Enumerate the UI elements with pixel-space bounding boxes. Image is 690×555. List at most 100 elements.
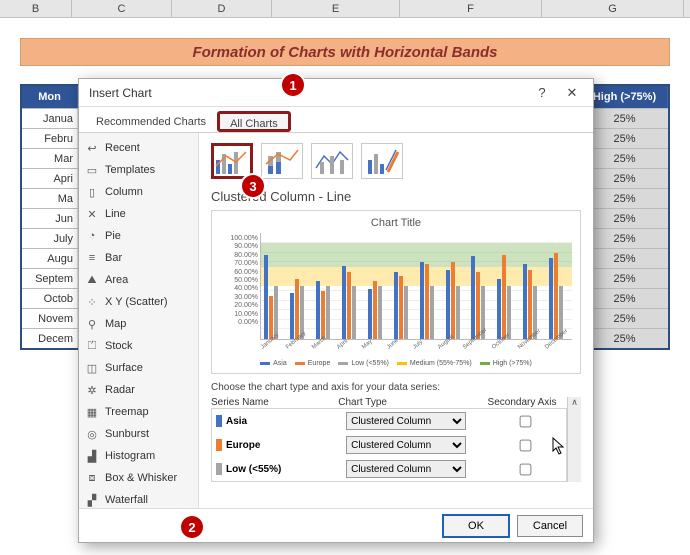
tab-all-charts[interactable]: All Charts bbox=[217, 111, 291, 132]
chart-type-select[interactable]: Clustered Column bbox=[346, 436, 466, 454]
chart-xaxis: JanuaryFebruaryMarchAprilMayJuneJulyAugu… bbox=[260, 340, 572, 352]
column-header[interactable]: G bbox=[542, 0, 684, 17]
cell-high: 25% bbox=[582, 169, 668, 188]
category-icon: ◔ bbox=[85, 229, 99, 243]
category-label: Surface bbox=[105, 362, 143, 374]
category-icon: ◫ bbox=[85, 361, 99, 375]
column-header[interactable]: D bbox=[172, 0, 272, 17]
callout-2: 2 bbox=[181, 516, 203, 538]
series-row: Low (<55%)Clustered Column bbox=[212, 457, 566, 481]
tab-recommended[interactable]: Recommended Charts bbox=[85, 111, 217, 132]
category-icon: ▟ bbox=[85, 449, 99, 463]
category-label: Histogram bbox=[105, 450, 155, 462]
cell-month: Febru bbox=[22, 129, 78, 148]
category-radar[interactable]: ✲ Radar bbox=[79, 379, 198, 401]
series-name: Europe bbox=[226, 440, 260, 451]
category-map[interactable]: ⚲Map bbox=[79, 313, 198, 335]
subtype-custom-combo[interactable] bbox=[361, 143, 403, 179]
secondary-axis-checkbox[interactable] bbox=[520, 439, 532, 451]
close-button[interactable]: ✕ bbox=[557, 85, 587, 101]
category-label: Map bbox=[105, 318, 126, 330]
cancel-button[interactable]: Cancel bbox=[517, 515, 583, 537]
category-icon: ↩ bbox=[85, 141, 99, 155]
data-header-high: High (>75%) bbox=[582, 86, 668, 108]
category-icon: ⛰ bbox=[85, 273, 99, 287]
category-bar[interactable]: ≡ Bar bbox=[79, 247, 198, 269]
column-header[interactable]: C bbox=[72, 0, 172, 17]
callout-1: 1 bbox=[282, 74, 304, 96]
category-label: Recent bbox=[105, 142, 140, 154]
series-header-type: Chart Type bbox=[338, 397, 477, 408]
column-header[interactable]: E bbox=[272, 0, 400, 17]
category-templates[interactable]: ▭ Templates bbox=[79, 159, 198, 181]
chart-type-select[interactable]: Clustered Column bbox=[346, 412, 466, 430]
category-icon: ⏍ bbox=[85, 339, 99, 353]
chart-preview-title: Chart Title bbox=[220, 217, 572, 229]
chart-category-list[interactable]: ↩ Recent ▭ Templates ▯ Column ✕Line ◔ Pie ≡ Bar ⛰ Ar… bbox=[79, 133, 199, 508]
category-line[interactable]: ✕Line bbox=[79, 203, 198, 225]
chart-type-select[interactable]: Clustered Column bbox=[346, 460, 466, 478]
category-sunburst[interactable]: ◎Sunburst bbox=[79, 423, 198, 445]
column-header[interactable]: F bbox=[400, 0, 542, 17]
category-area[interactable]: ⛰ Area bbox=[79, 269, 198, 291]
category-box-whisker[interactable]: ⧈Box & Whisker bbox=[79, 467, 198, 489]
category-pie[interactable]: ◔ Pie bbox=[79, 225, 198, 247]
series-scrollbar[interactable]: ∧ bbox=[567, 397, 581, 482]
cell-month: Septem bbox=[22, 269, 78, 288]
ok-button[interactable]: OK bbox=[443, 515, 509, 537]
category-histogram[interactable]: ▟ Histogram bbox=[79, 445, 198, 467]
category-icon: ▯ bbox=[85, 185, 99, 199]
data-header-month: Mon bbox=[22, 86, 78, 108]
subtype-row bbox=[211, 143, 581, 179]
cell-month: Janua bbox=[22, 109, 78, 128]
help-button[interactable]: ? bbox=[527, 85, 557, 100]
column-header[interactable]: B bbox=[0, 0, 72, 17]
dialog-tabs: Recommended Charts All Charts bbox=[79, 107, 593, 133]
cell-high: 25% bbox=[582, 229, 668, 248]
category-icon: ▭ bbox=[85, 163, 99, 177]
category-x-y-scatter-[interactable]: ⁘X Y (Scatter) bbox=[79, 291, 198, 313]
series-name: Asia bbox=[226, 416, 247, 427]
cell-month: Novem bbox=[22, 309, 78, 328]
category-icon: ▞ bbox=[85, 493, 99, 507]
category-icon: ▦ bbox=[85, 405, 99, 419]
series-heading: Choose the chart type and axis for your … bbox=[211, 382, 581, 393]
category-icon: ✲ bbox=[85, 383, 99, 397]
subtype-stacked-column-line[interactable] bbox=[261, 143, 303, 179]
cell-high: 25% bbox=[582, 109, 668, 128]
category-label: Pie bbox=[105, 230, 121, 242]
legend-item: Europe bbox=[295, 360, 331, 367]
subtype-clustered-column-line[interactable] bbox=[211, 143, 253, 179]
cell-month: Octob bbox=[22, 289, 78, 308]
cell-month: Augu bbox=[22, 249, 78, 268]
category-label: Column bbox=[105, 186, 143, 198]
callout-3: 3 bbox=[242, 175, 264, 197]
category-column[interactable]: ▯ Column bbox=[79, 181, 198, 203]
cell-high: 25% bbox=[582, 149, 668, 168]
category-icon: ≡ bbox=[85, 251, 99, 265]
series-header-axis: Secondary Axis bbox=[477, 397, 567, 408]
series-header-name: Series Name bbox=[211, 397, 338, 408]
legend-item: Low (<55%) bbox=[338, 360, 389, 367]
legend-item: Asia bbox=[260, 360, 287, 367]
category-waterfall[interactable]: ▞Waterfall bbox=[79, 489, 198, 508]
category-stock[interactable]: ⏍Stock bbox=[79, 335, 198, 357]
category-treemap[interactable]: ▦Treemap bbox=[79, 401, 198, 423]
category-recent[interactable]: ↩ Recent bbox=[79, 137, 198, 159]
category-label: Line bbox=[105, 208, 126, 220]
category-surface[interactable]: ◫ Surface bbox=[79, 357, 198, 379]
category-label: Radar bbox=[105, 384, 135, 396]
category-label: Bar bbox=[105, 252, 122, 264]
secondary-axis-checkbox[interactable] bbox=[520, 463, 532, 475]
category-icon: ⁘ bbox=[85, 295, 99, 309]
category-label: Templates bbox=[105, 164, 155, 176]
cell-high: 25% bbox=[582, 209, 668, 228]
series-row: Europe Clustered Column bbox=[212, 433, 566, 457]
cell-high: 25% bbox=[582, 189, 668, 208]
chart-yaxis: 100.00%90.00%80.00%70.00%60.00%50.00%40.… bbox=[220, 233, 260, 340]
category-label: Box & Whisker bbox=[105, 472, 177, 484]
subtype-line-column[interactable] bbox=[311, 143, 353, 179]
category-label: Area bbox=[105, 274, 128, 286]
chart-legend: AsiaEuropeLow (<55%)Medium (55%-75%)High… bbox=[220, 360, 572, 367]
secondary-axis-checkbox[interactable] bbox=[520, 415, 532, 427]
